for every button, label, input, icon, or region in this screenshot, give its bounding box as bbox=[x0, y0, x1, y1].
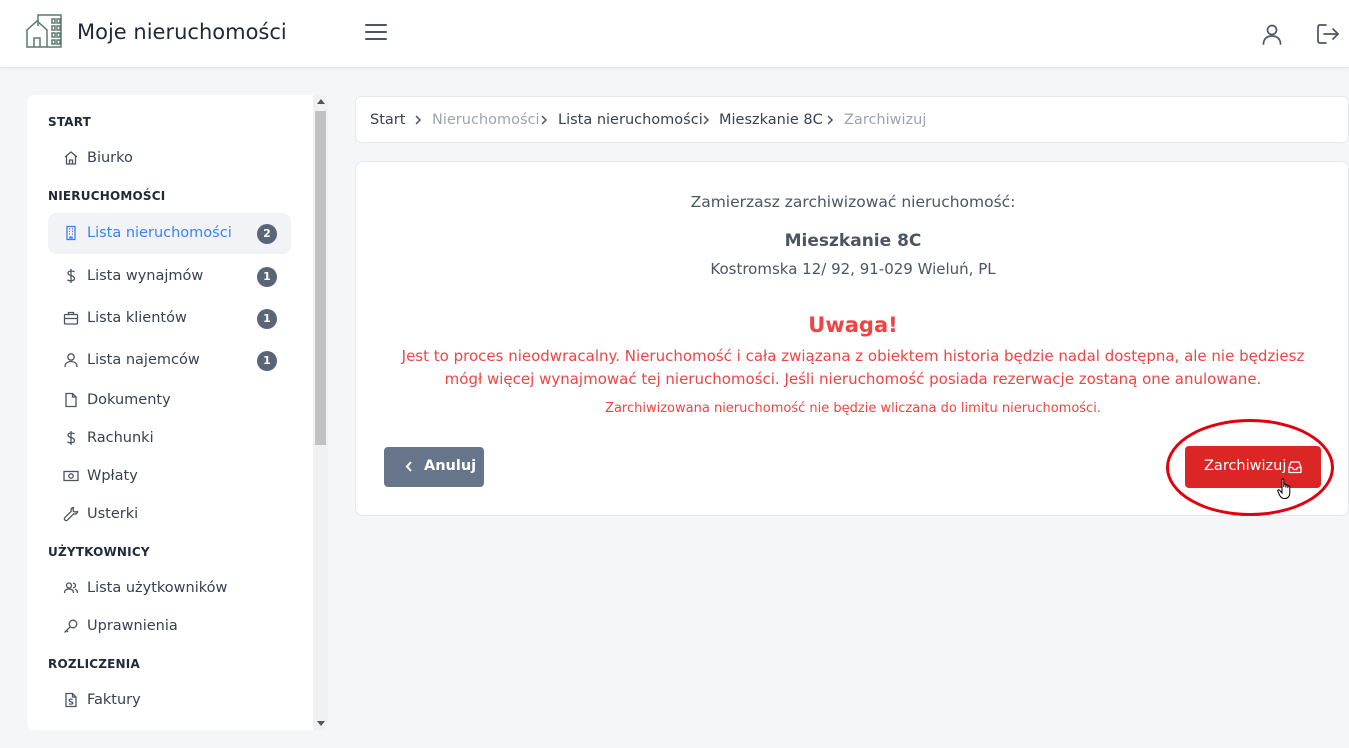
building-icon bbox=[66, 225, 76, 241]
section-title-billing: ROZLICZENIA bbox=[48, 657, 140, 671]
sidebar-item-label: Wpłaty bbox=[87, 468, 138, 484]
top-header: Moje nieruchomości bbox=[0, 0, 1349, 68]
sidebar-item-label: Rachunki bbox=[87, 430, 154, 446]
archive-button[interactable]: Zarchiwizuj bbox=[1185, 446, 1321, 488]
breadcrumb: Start Nieruchomości Lista nieruchomości … bbox=[355, 96, 1349, 143]
section-title-start: START bbox=[48, 115, 92, 129]
user-icon bbox=[64, 353, 78, 368]
scroll-down-arrow-icon[interactable] bbox=[317, 721, 325, 726]
sidebar-nav: START Biurko NIERUCHOMOŚCI Lista nieruch… bbox=[27, 95, 313, 730]
sidebar-item-usterki[interactable]: Usterki bbox=[48, 494, 291, 534]
inbox-icon bbox=[1288, 461, 1302, 474]
invoice-icon bbox=[65, 692, 77, 708]
breadcrumb-mieszkanie[interactable]: Mieszkanie 8C bbox=[719, 112, 823, 128]
sidebar-item-lista-najemcow[interactable]: Lista najemców 1 bbox=[48, 340, 291, 380]
chevron-right-icon bbox=[827, 115, 834, 125]
sidebar-item-label: Biurko bbox=[87, 150, 133, 166]
sidebar-item-wplaty[interactable]: Wpłaty bbox=[48, 456, 291, 496]
count-badge: 1 bbox=[257, 309, 277, 329]
property-address: Kostromska 12/ 92, 91-029 Wieluń, PL bbox=[710, 260, 996, 278]
chevron-right-icon bbox=[415, 115, 422, 125]
dollar-icon bbox=[67, 269, 76, 283]
home-icon bbox=[64, 151, 78, 165]
count-badge: 2 bbox=[257, 224, 277, 244]
sidebar-item-label: Lista klientów bbox=[87, 310, 187, 326]
banknote-icon bbox=[63, 470, 79, 482]
scrollbar-thumb[interactable] bbox=[315, 111, 326, 445]
sidebar-item-rachunki[interactable]: Rachunki bbox=[48, 418, 291, 458]
sidebar-item-faktury[interactable]: Faktury bbox=[48, 680, 291, 720]
document-icon bbox=[65, 392, 77, 408]
briefcase-icon bbox=[63, 311, 79, 325]
sidebar-item-label: Uprawnienia bbox=[87, 618, 178, 634]
hamburger-menu-icon[interactable] bbox=[365, 24, 387, 42]
warning-note: Zarchiwizowana nieruchomość nie będzie w… bbox=[605, 401, 1101, 416]
sidebar-item-label: Dokumenty bbox=[87, 392, 171, 408]
breadcrumb-current: Zarchiwizuj bbox=[844, 112, 927, 128]
count-badge: 1 bbox=[257, 267, 277, 287]
sidebar-item-lista-wynajmow[interactable]: Lista wynajmów 1 bbox=[48, 256, 291, 296]
breadcrumb-lista-nieruchomosci[interactable]: Lista nieruchomości bbox=[558, 112, 703, 128]
house-building-logo-icon[interactable] bbox=[26, 14, 62, 48]
sidebar-item-label: Lista nieruchomości bbox=[87, 225, 232, 241]
sidebar-scrollbar[interactable] bbox=[313, 95, 328, 730]
sidebar: START Biurko NIERUCHOMOŚCI Lista nieruch… bbox=[27, 95, 328, 730]
warning-text: Jest to proces nieodwracalny. Nieruchomo… bbox=[401, 347, 1305, 388]
archive-button-label: Zarchiwizuj bbox=[1204, 458, 1287, 474]
sidebar-item-label: Lista użytkowników bbox=[87, 580, 228, 596]
confirmation-question: Zamierzasz zarchiwizować nieruchomość: bbox=[690, 193, 1016, 211]
warning-title: Uwaga! bbox=[808, 313, 898, 337]
users-icon bbox=[63, 582, 79, 594]
chevron-right-icon bbox=[541, 115, 548, 125]
sidebar-item-uprawnienia[interactable]: Uprawnienia bbox=[48, 606, 291, 646]
sidebar-item-label: Faktury bbox=[87, 692, 141, 708]
sidebar-item-label: Usterki bbox=[87, 506, 139, 522]
count-badge: 1 bbox=[257, 351, 277, 371]
breadcrumb-nieruchomosci[interactable]: Nieruchomości bbox=[432, 112, 540, 128]
wrench-icon bbox=[63, 506, 79, 522]
property-name: Mieszkanie 8C bbox=[784, 231, 922, 251]
breadcrumb-start[interactable]: Start bbox=[370, 112, 405, 128]
dollar-icon bbox=[67, 431, 76, 445]
sidebar-item-lista-uzytkownikow[interactable]: Lista użytkowników bbox=[48, 568, 291, 608]
sidebar-item-lista-nieruchomosci[interactable]: Lista nieruchomości 2 bbox=[48, 213, 291, 254]
sidebar-item-label: Lista najemców bbox=[87, 352, 200, 368]
key-icon bbox=[64, 619, 78, 633]
scroll-up-arrow-icon[interactable] bbox=[317, 99, 325, 104]
section-title-users: UŻYTKOWNICY bbox=[48, 545, 150, 559]
archive-confirmation-card: Zamierzasz zarchiwizować nieruchomość: M… bbox=[355, 161, 1349, 516]
cancel-button-label: Anuluj bbox=[424, 458, 477, 474]
app-title[interactable]: Moje nieruchomości bbox=[77, 20, 287, 44]
logout-icon[interactable] bbox=[1316, 22, 1340, 46]
sidebar-item-lista-klientow[interactable]: Lista klientów 1 bbox=[48, 298, 291, 338]
chevron-right-icon bbox=[703, 115, 710, 125]
section-title-properties: NIERUCHOMOŚCI bbox=[48, 189, 166, 203]
sidebar-item-label: Lista wynajmów bbox=[87, 268, 204, 284]
sidebar-item-dokumenty[interactable]: Dokumenty bbox=[48, 380, 291, 420]
chevron-left-icon bbox=[405, 461, 412, 472]
user-icon[interactable] bbox=[1260, 22, 1284, 46]
cancel-button[interactable]: Anuluj bbox=[384, 447, 484, 487]
sidebar-item-biurko[interactable]: Biurko bbox=[48, 138, 291, 178]
hand-pointer-cursor-icon bbox=[1277, 478, 1291, 499]
